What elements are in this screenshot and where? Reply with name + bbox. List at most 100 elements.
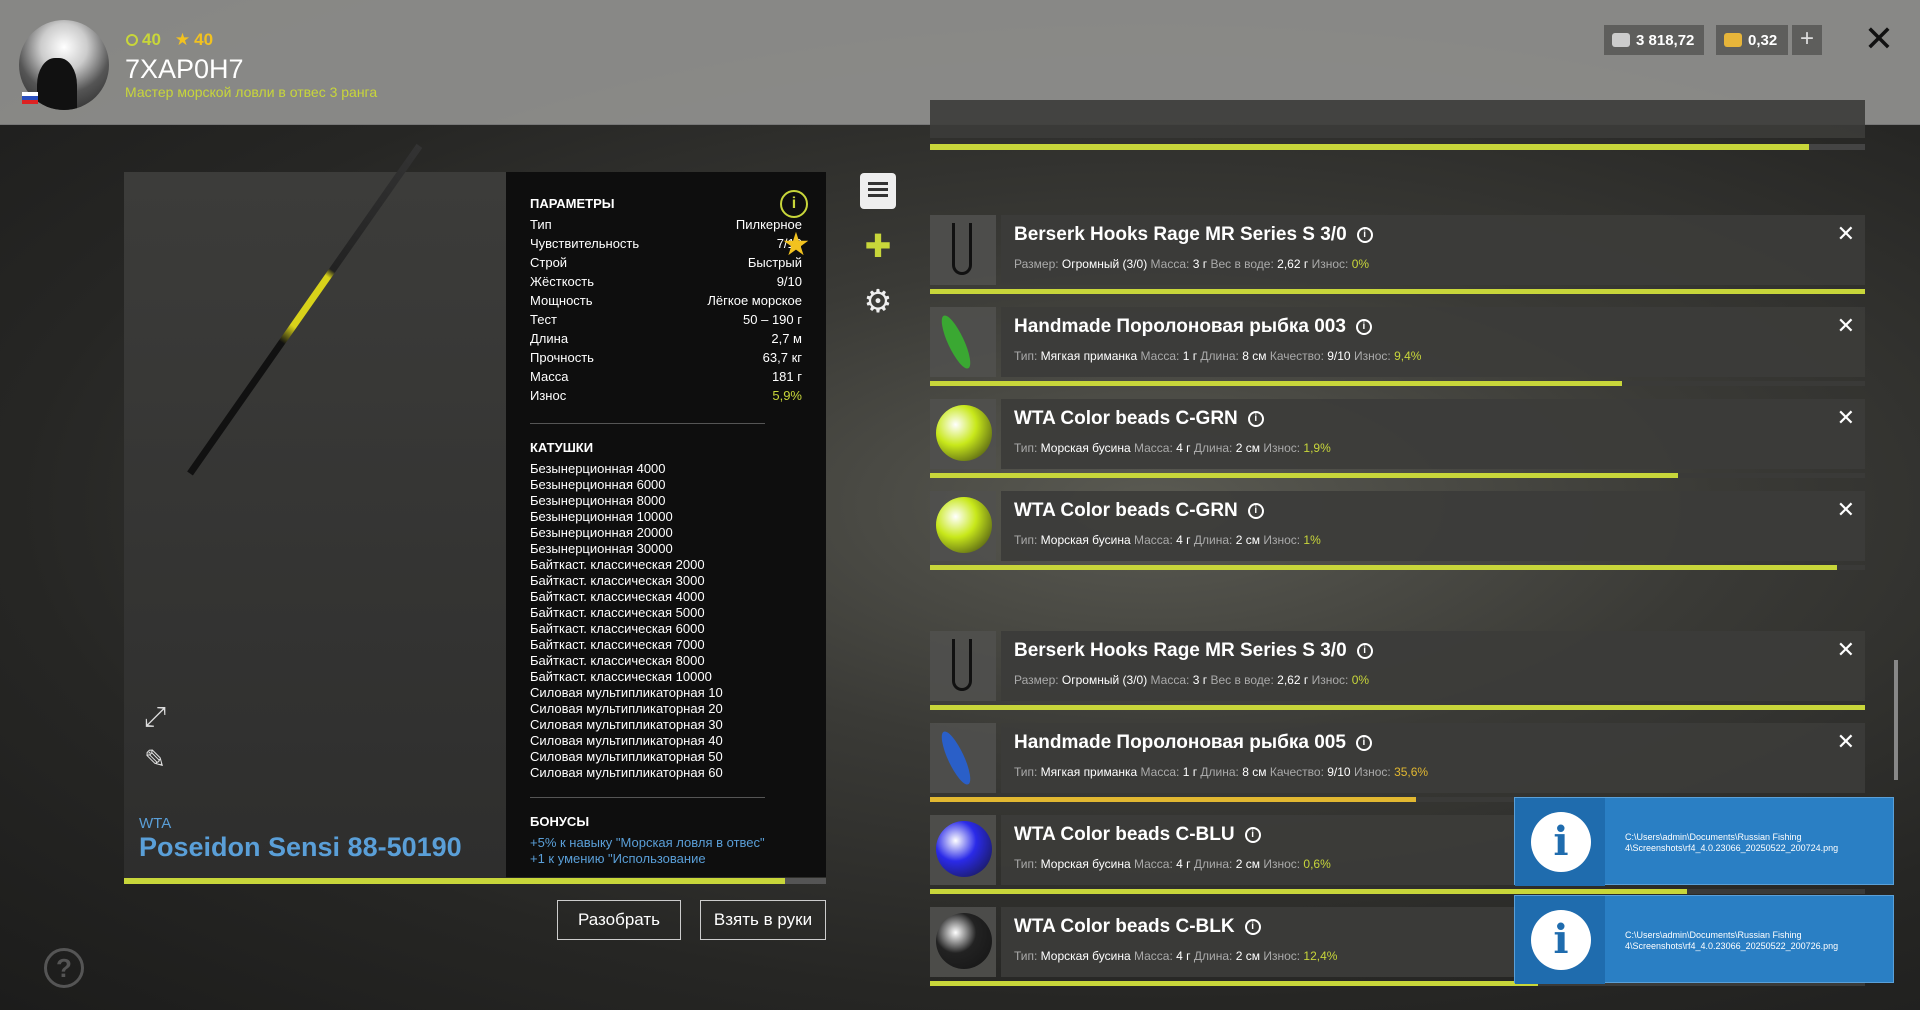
item-title: Handmade Поролоновая рыбка 005 i xyxy=(1014,732,1372,754)
item-details: Тип: Морская бусина Масса: 4 г Длина: 2 … xyxy=(1014,441,1331,455)
param-row: Тест 50 – 190 г xyxy=(530,312,802,331)
hook-icon xyxy=(952,639,972,691)
info-icon[interactable]: i xyxy=(1247,411,1264,427)
info-icon[interactable]: i xyxy=(1356,643,1373,659)
param-value: Лёгкое морское xyxy=(707,293,802,308)
detail-value: 1% xyxy=(1303,533,1321,547)
lure-icon xyxy=(936,312,976,372)
info-icon[interactable]: i xyxy=(1244,827,1261,843)
remove-button[interactable]: ✕ xyxy=(1837,497,1855,523)
document-icon[interactable] xyxy=(860,173,896,209)
param-label: Мощность xyxy=(530,293,593,308)
detail-value: 9/10 xyxy=(1327,765,1351,779)
add-gold-button[interactable]: + xyxy=(1792,25,1822,55)
item-title: Handmade Поролоновая рыбка 003 i xyxy=(1014,316,1372,338)
reel-item: Байткаст. классическая 4000 xyxy=(530,589,705,604)
detail-label: Масса: xyxy=(1134,533,1177,547)
remove-button[interactable]: ✕ xyxy=(1837,221,1855,247)
wear-bar-fill xyxy=(930,565,1837,570)
reel-item: Байткаст. классическая 6000 xyxy=(530,621,705,636)
notification-toast[interactable]: i C:\Users\admin\Documents\Russian Fishin… xyxy=(1514,895,1894,984)
favorite-star-icon[interactable]: ★ xyxy=(780,228,812,260)
detail-label: Тип: xyxy=(1014,441,1041,455)
detail-value: Морская бусина xyxy=(1040,533,1131,547)
detail-label: Вес в воде: xyxy=(1210,257,1278,271)
info-icon[interactable]: i xyxy=(1356,227,1373,243)
item-thumbnail xyxy=(930,399,996,469)
item-thumbnail xyxy=(930,907,996,977)
item-title: Berserk Hooks Rage MR Series S 3/0 i xyxy=(1014,640,1373,662)
list-item[interactable]: Handmade Поролоновая рыбка 003 i Тип: Мягк… xyxy=(930,307,1865,386)
detail-label: Размер: xyxy=(1014,673,1062,687)
remove-button[interactable]: ✕ xyxy=(1837,313,1855,339)
help-icon[interactable]: ? xyxy=(44,948,84,988)
item-details: Размер: Огромный (3/0) Масса: 3 г Вес в … xyxy=(1014,673,1369,687)
gold-level: ★ 40 xyxy=(174,30,214,49)
reel-item: Силовая мультипликаторная 30 xyxy=(530,717,723,732)
bonus-item: +5% к навыку "Морская ловля в отвес" xyxy=(530,835,765,850)
detail-label: Длина: xyxy=(1193,533,1236,547)
ring-icon xyxy=(126,34,138,46)
reel-item: Силовая мультипликаторная 40 xyxy=(530,733,723,748)
wear-bar-fill xyxy=(930,981,1538,986)
silver-balance: 3 818,72 xyxy=(1604,25,1704,55)
divider xyxy=(530,797,765,798)
dismantle-button[interactable]: Разобрать xyxy=(557,900,681,940)
player-name: 7XAP0H7 xyxy=(125,54,244,84)
list-item[interactable]: WTA Color beads C-GRN i Тип: Морская бусин… xyxy=(930,399,1865,478)
item-name: WTA Color beads C-BLK xyxy=(1014,916,1235,937)
bead-icon xyxy=(936,821,992,877)
info-icon[interactable]: i xyxy=(1355,735,1372,751)
param-row: Тип Пилкерное xyxy=(530,217,802,236)
info-icon[interactable]: i xyxy=(780,190,808,218)
gold-balance: 0,32 xyxy=(1716,25,1788,55)
item-thumbnail xyxy=(930,491,996,561)
rod-preview[interactable] xyxy=(124,172,506,880)
detail-label: Вес в воде: xyxy=(1210,673,1278,687)
item-title: WTA Color beads C-BLK i xyxy=(1014,916,1261,938)
info-icon[interactable]: i xyxy=(1244,919,1261,935)
list-item[interactable]: Berserk Hooks Rage MR Series S 3/0 i Разме… xyxy=(930,215,1865,294)
brush-icon[interactable]: ✎ xyxy=(140,744,170,774)
list-item[interactable]: Handmade Поролоновая рыбка 005 i Тип: Мягк… xyxy=(930,723,1865,802)
notification-toast[interactable]: i C:\Users\admin\Documents\Russian Fishin… xyxy=(1514,797,1894,886)
detail-value: Мягкая приманка xyxy=(1040,349,1138,363)
detail-label: Масса: xyxy=(1150,673,1193,687)
divider xyxy=(530,423,765,424)
list-item-partial[interactable] xyxy=(930,100,1865,138)
detail-value: 4 г xyxy=(1176,857,1191,871)
info-icon[interactable]: i xyxy=(1355,319,1372,335)
detail-label: Тип: xyxy=(1014,765,1041,779)
rod-wear-bar xyxy=(124,878,826,884)
detail-value: 4 г xyxy=(1176,441,1191,455)
remove-button[interactable]: ✕ xyxy=(1837,405,1855,431)
list-item[interactable]: WTA Color beads C-GRN i Тип: Морская бусин… xyxy=(930,491,1865,570)
detail-label: Тип: xyxy=(1014,857,1041,871)
list-item[interactable]: Berserk Hooks Rage MR Series S 3/0 i Разме… xyxy=(930,631,1865,710)
detail-label: Износ: xyxy=(1311,673,1352,687)
detail-value: 12,4% xyxy=(1303,949,1338,963)
gear-icon[interactable]: ⚙ xyxy=(860,283,896,319)
detail-value: Морская бусина xyxy=(1040,949,1131,963)
param-row: Износ 5,9% xyxy=(530,388,802,407)
puzzle-icon[interactable]: ✚ xyxy=(860,228,896,264)
detail-value: 1 г xyxy=(1182,765,1198,779)
remove-button[interactable]: ✕ xyxy=(1837,729,1855,755)
item-details: Тип: Морская бусина Масса: 4 г Длина: 2 … xyxy=(1014,533,1321,547)
remove-button[interactable]: ✕ xyxy=(1837,637,1855,663)
param-row: Прочность 63,7 кг xyxy=(530,350,802,369)
close-button[interactable]: ✕ xyxy=(1862,21,1896,57)
param-row: Чувствительность 7/10 xyxy=(530,236,802,255)
item-name: Handmade Поролоновая рыбка 003 xyxy=(1014,316,1346,337)
scrollbar[interactable] xyxy=(1894,660,1898,780)
expand-icon[interactable]: ⤢ xyxy=(140,702,170,732)
detail-label: Качество: xyxy=(1269,765,1328,779)
detail-value: 2 см xyxy=(1235,533,1260,547)
wear-bar-fill xyxy=(930,473,1678,478)
info-icon[interactable]: i xyxy=(1247,503,1264,519)
detail-label: Износ: xyxy=(1263,533,1304,547)
detail-value: Мягкая приманка xyxy=(1040,765,1138,779)
reel-item: Силовая мультипликаторная 60 xyxy=(530,765,723,780)
equip-button[interactable]: Взять в руки xyxy=(700,900,826,940)
detail-value: 8 см xyxy=(1242,765,1267,779)
